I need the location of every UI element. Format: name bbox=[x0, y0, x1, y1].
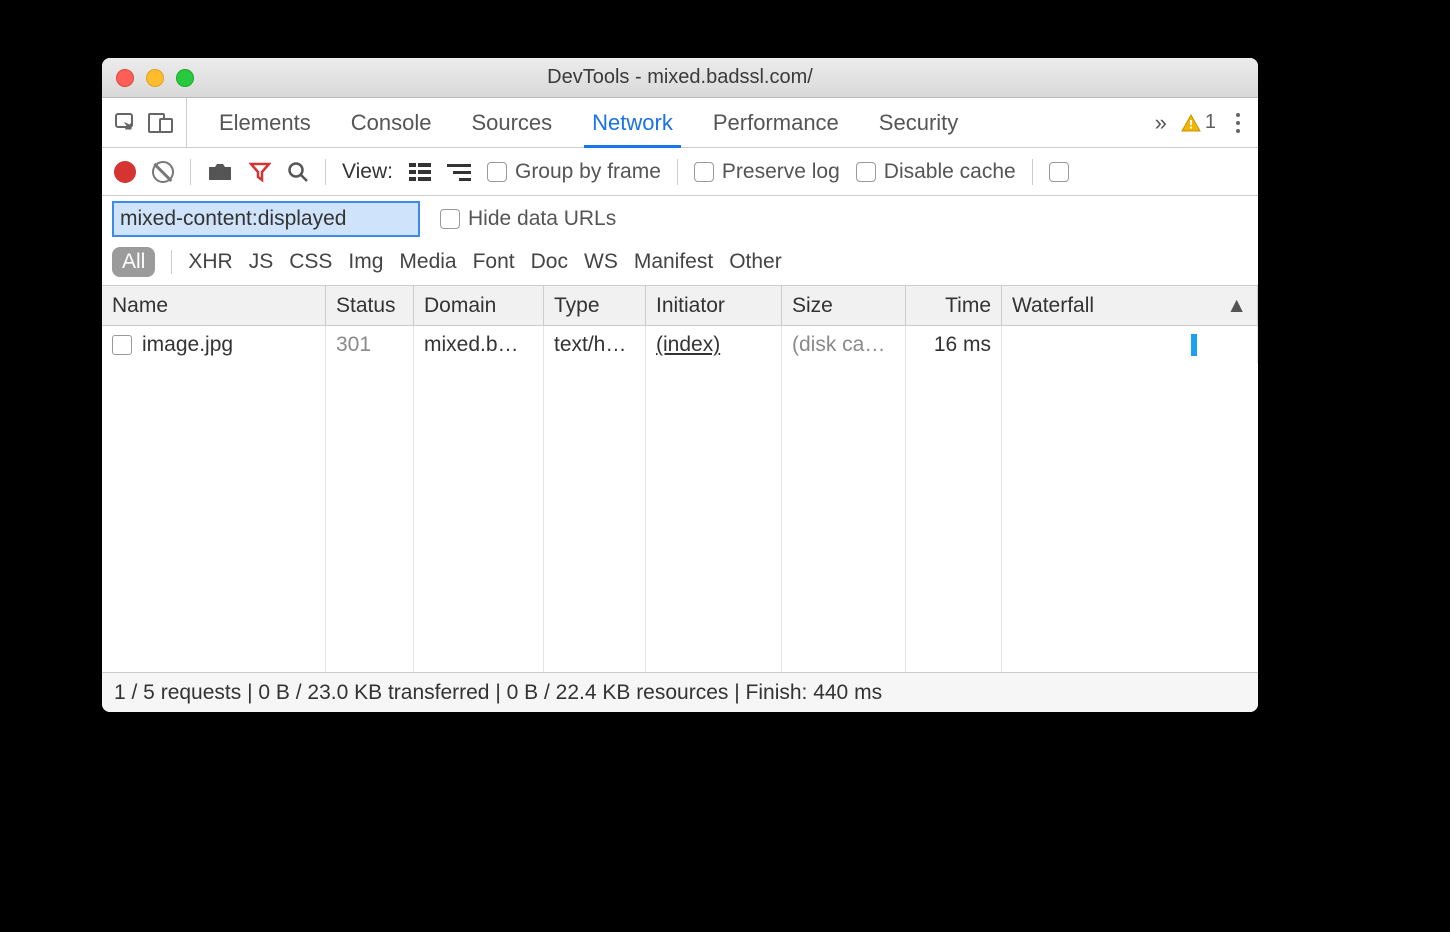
search-icon[interactable] bbox=[287, 161, 309, 183]
hide-data-urls-checkbox[interactable] bbox=[440, 209, 460, 229]
network-status-bar: 1 / 5 requests | 0 B / 23.0 KB transferr… bbox=[102, 672, 1258, 712]
tab-sources[interactable]: Sources bbox=[451, 98, 572, 147]
file-type-icon bbox=[112, 335, 132, 355]
group-by-frame-label: Group by frame bbox=[515, 160, 661, 184]
minimize-window-button[interactable] bbox=[146, 69, 164, 87]
capture-screenshots-icon[interactable] bbox=[207, 162, 233, 182]
tab-elements[interactable]: Elements bbox=[199, 98, 331, 147]
close-window-button[interactable] bbox=[116, 69, 134, 87]
tab-performance[interactable]: Performance bbox=[693, 98, 859, 147]
network-requests-table: Name Status Domain Type Initiator Size T… bbox=[102, 286, 1258, 672]
overview-icon[interactable] bbox=[447, 162, 471, 182]
resource-type-filter-row: All XHR JS CSS Img Media Font Doc WS Man… bbox=[102, 242, 1258, 286]
group-by-frame-option[interactable]: Group by frame bbox=[487, 160, 661, 184]
filter-ws[interactable]: WS bbox=[584, 250, 618, 274]
filter-xhr[interactable]: XHR bbox=[188, 250, 232, 274]
cell-domain: mixed.b… bbox=[414, 326, 544, 364]
toggle-device-toolbar-icon[interactable] bbox=[148, 111, 174, 135]
table-body: image.jpg 301 mixed.b… text/h… (index) (… bbox=[102, 326, 1258, 672]
filter-input[interactable] bbox=[112, 201, 420, 237]
group-by-frame-checkbox[interactable] bbox=[487, 162, 507, 182]
devtools-window: DevTools - mixed.badssl.com/ Elements Co… bbox=[102, 58, 1258, 712]
filter-icon[interactable] bbox=[249, 161, 271, 183]
filter-font[interactable]: Font bbox=[473, 250, 515, 274]
disable-cache-checkbox[interactable] bbox=[856, 162, 876, 182]
offline-checkbox[interactable] bbox=[1049, 162, 1069, 182]
clear-button[interactable] bbox=[152, 161, 174, 183]
sort-ascending-icon: ▲ bbox=[1226, 294, 1247, 318]
cell-name[interactable]: image.jpg bbox=[102, 326, 326, 364]
tab-console[interactable]: Console bbox=[331, 98, 452, 147]
zoom-window-button[interactable] bbox=[176, 69, 194, 87]
col-header-name[interactable]: Name bbox=[102, 286, 326, 325]
col-header-initiator[interactable]: Initiator bbox=[646, 286, 782, 325]
filter-js[interactable]: JS bbox=[249, 250, 274, 274]
table-header: Name Status Domain Type Initiator Size T… bbox=[102, 286, 1258, 326]
filter-doc[interactable]: Doc bbox=[531, 250, 568, 274]
filter-media[interactable]: Media bbox=[399, 250, 456, 274]
cell-waterfall bbox=[1002, 326, 1258, 364]
tab-network[interactable]: Network bbox=[572, 98, 693, 147]
hide-data-urls-label: Hide data URLs bbox=[468, 207, 616, 231]
table-row[interactable]: image.jpg 301 mixed.b… text/h… (index) (… bbox=[102, 326, 1258, 364]
filter-all[interactable]: All bbox=[112, 247, 155, 277]
panel-tabs-row: Elements Console Sources Network Perform… bbox=[102, 98, 1258, 148]
cell-size: (disk ca… bbox=[782, 326, 906, 364]
preserve-log-label: Preserve log bbox=[722, 160, 840, 184]
filter-manifest[interactable]: Manifest bbox=[634, 250, 713, 274]
col-header-time[interactable]: Time bbox=[906, 286, 1002, 325]
hide-data-urls-option[interactable]: Hide data URLs bbox=[440, 207, 616, 231]
more-tabs-button[interactable]: » bbox=[1155, 110, 1167, 136]
disable-cache-option[interactable]: Disable cache bbox=[856, 160, 1016, 184]
large-rows-icon[interactable] bbox=[409, 162, 431, 182]
cell-status: 301 bbox=[326, 326, 414, 364]
col-header-size[interactable]: Size bbox=[782, 286, 906, 325]
warnings-badge[interactable]: 1 bbox=[1181, 111, 1216, 134]
preserve-log-option[interactable]: Preserve log bbox=[694, 160, 840, 184]
panel-tabs: Elements Console Sources Network Perform… bbox=[199, 98, 978, 147]
status-text: 1 / 5 requests | 0 B / 23.0 KB transferr… bbox=[114, 681, 882, 705]
settings-menu-button[interactable] bbox=[1230, 113, 1246, 133]
cell-initiator[interactable]: (index) bbox=[646, 326, 782, 364]
cell-type: text/h… bbox=[544, 326, 646, 364]
preserve-log-checkbox[interactable] bbox=[694, 162, 714, 182]
disable-cache-label: Disable cache bbox=[884, 160, 1016, 184]
offline-option-partial[interactable] bbox=[1049, 162, 1069, 182]
filter-row: Hide data URLs bbox=[102, 196, 1258, 242]
waterfall-bar bbox=[1191, 334, 1197, 356]
col-header-status[interactable]: Status bbox=[326, 286, 414, 325]
traffic-lights bbox=[116, 69, 194, 87]
window-title: DevTools - mixed.badssl.com/ bbox=[547, 66, 813, 89]
warnings-count: 1 bbox=[1205, 111, 1216, 134]
col-header-waterfall[interactable]: Waterfall ▲ bbox=[1002, 286, 1258, 325]
view-label: View: bbox=[342, 160, 393, 184]
filter-other[interactable]: Other bbox=[729, 250, 782, 274]
filter-img[interactable]: Img bbox=[348, 250, 383, 274]
record-button[interactable] bbox=[114, 161, 136, 183]
col-header-type[interactable]: Type bbox=[544, 286, 646, 325]
filter-css[interactable]: CSS bbox=[289, 250, 332, 274]
tab-security[interactable]: Security bbox=[859, 98, 978, 147]
network-toolbar: View: Group by frame Preserve log Disabl… bbox=[102, 148, 1258, 196]
inspect-element-icon[interactable] bbox=[114, 111, 138, 135]
titlebar: DevTools - mixed.badssl.com/ bbox=[102, 58, 1258, 98]
col-header-domain[interactable]: Domain bbox=[414, 286, 544, 325]
cell-time: 16 ms bbox=[906, 326, 1002, 364]
